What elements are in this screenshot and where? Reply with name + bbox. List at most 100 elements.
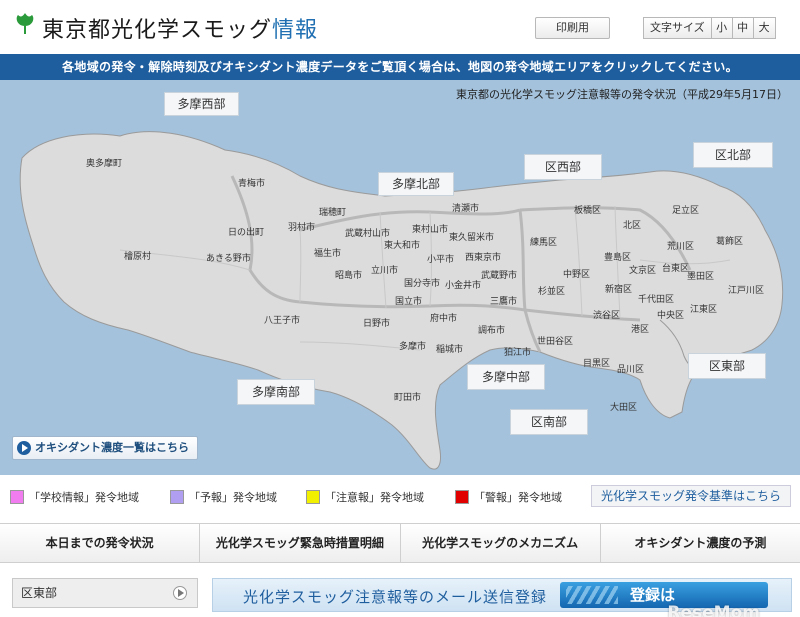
legend-swatch-forecast xyxy=(170,490,184,504)
muni-chuo[interactable]: 中央区 xyxy=(657,308,684,321)
muni-koto[interactable]: 江東区 xyxy=(690,302,717,315)
oxidant-list-link[interactable]: オキシダント濃度一覧はこちら xyxy=(12,436,198,460)
arrow-right-circle-icon xyxy=(173,586,187,600)
muni-kunitachi[interactable]: 国立市 xyxy=(395,294,422,307)
play-circle-icon xyxy=(17,441,31,455)
muni-hamura[interactable]: 羽村市 xyxy=(288,220,315,233)
map-shape xyxy=(19,131,784,470)
muni-musashino[interactable]: 武蔵野市 xyxy=(481,268,517,281)
muni-nakano[interactable]: 中野区 xyxy=(563,267,590,280)
muni-tama[interactable]: 多摩市 xyxy=(399,339,426,352)
legend-advisory: 「注意報」発令地域 xyxy=(306,489,424,505)
muni-bunkyo[interactable]: 文京区 xyxy=(629,263,656,276)
font-size-large-button[interactable]: 大 xyxy=(754,18,775,38)
region-ku-south[interactable]: 区南部 xyxy=(510,409,588,435)
muni-mitaka[interactable]: 三鷹市 xyxy=(490,294,517,307)
tab-oxidant-forecast[interactable]: オキシダント濃度の予測 xyxy=(601,524,800,562)
muni-fuchu[interactable]: 府中市 xyxy=(430,311,457,324)
muni-taito[interactable]: 台東区 xyxy=(662,261,689,274)
muni-kodaira[interactable]: 小平市 xyxy=(427,252,454,265)
muni-chiyoda[interactable]: 千代田区 xyxy=(638,292,674,305)
muni-inagi[interactable]: 稲城市 xyxy=(436,342,463,355)
legend-warning: 「警報」発令地域 xyxy=(455,489,562,505)
region-select-ku-east[interactable]: 区東部 xyxy=(12,578,198,608)
stripe-decoration-icon xyxy=(566,586,618,604)
muni-higashikurume[interactable]: 東久留米市 xyxy=(449,230,494,243)
muni-kiyose[interactable]: 清瀬市 xyxy=(452,201,479,214)
muni-setagaya[interactable]: 世田谷区 xyxy=(537,334,573,347)
region-tama-south[interactable]: 多摩南部 xyxy=(237,379,315,405)
resemom-watermark: ReseMom xyxy=(667,603,760,617)
page-title-accent: 情報 xyxy=(272,18,319,43)
muni-hachioji[interactable]: 八王子市 xyxy=(264,313,300,326)
muni-koganei[interactable]: 小金井市 xyxy=(445,278,481,291)
muni-toshima[interactable]: 豊島区 xyxy=(604,250,631,263)
legend-swatch-warning xyxy=(455,490,469,504)
page-header: 東京都光化学スモッグ情報 印刷用 文字サイズ 小 中 大 xyxy=(0,0,800,52)
muni-kokubunji[interactable]: 国分寺市 xyxy=(404,276,440,289)
muni-edogawa[interactable]: 江戸川区 xyxy=(728,283,764,296)
muni-fussa[interactable]: 福生市 xyxy=(314,246,341,259)
region-tama-north[interactable]: 多摩北部 xyxy=(378,172,454,196)
region-ku-east[interactable]: 区東部 xyxy=(688,353,766,379)
legend-label-school: 「学校情報」発令地域 xyxy=(29,491,139,504)
oxidant-list-label: オキシダント濃度一覧はこちら xyxy=(35,441,189,454)
legend-school-info: 「学校情報」発令地域 xyxy=(10,489,139,505)
legend: 「学校情報」発令地域 「予報」発令地域 「注意報」発令地域 「警報」発令地域 光… xyxy=(0,475,800,520)
muni-sumida[interactable]: 墨田区 xyxy=(687,269,714,282)
print-button[interactable]: 印刷用 xyxy=(535,17,610,39)
muni-adachi[interactable]: 足立区 xyxy=(672,203,699,216)
muni-katsushika[interactable]: 葛飾区 xyxy=(716,234,743,247)
mail-registration-banner[interactable]: 光化学スモッグ注意報等のメール送信登録 登録は ReseMom xyxy=(212,578,792,617)
legend-label-warning: 「警報」発令地域 xyxy=(474,491,562,504)
bottom-section: 区東部 光化学スモッグ注意報等のメール送信登録 登録は ReseMom xyxy=(0,565,800,617)
muni-komae[interactable]: 狛江市 xyxy=(504,345,531,358)
font-size-medium-button[interactable]: 中 xyxy=(733,18,754,38)
tab-mechanism[interactable]: 光化学スモッグのメカニズム xyxy=(401,524,601,562)
muni-kita[interactable]: 北区 xyxy=(623,218,641,231)
muni-shinjuku[interactable]: 新宿区 xyxy=(605,282,632,295)
region-ku-north[interactable]: 区北部 xyxy=(693,142,773,168)
muni-hinohara[interactable]: 檜原村 xyxy=(124,249,151,262)
legend-label-forecast: 「予報」発令地域 xyxy=(189,491,277,504)
muni-ota[interactable]: 大田区 xyxy=(610,400,637,413)
region-ku-west[interactable]: 区西部 xyxy=(524,154,602,180)
criteria-link[interactable]: 光化学スモッグ発令基準はこちら xyxy=(591,485,791,507)
tokyo-map: 東京都の光化学スモッグ注意報等の発令状況（平成29年5月17日） 多摩西部 多摩… xyxy=(0,80,800,475)
muni-itabashi[interactable]: 板橋区 xyxy=(574,203,601,216)
instruction-banner: 各地域の発令・解除時刻及びオキシダント濃度データをご覧頂く場合は、地図の発令地域… xyxy=(0,54,800,80)
page-title: 東京都光化学スモッグ情報 xyxy=(42,12,318,44)
muni-hino[interactable]: 日野市 xyxy=(363,316,390,329)
tab-issuance-history[interactable]: 本日までの発令状況 xyxy=(0,524,201,562)
muni-tachikawa[interactable]: 立川市 xyxy=(371,263,398,276)
font-size-switcher: 文字サイズ 小 中 大 xyxy=(643,17,776,39)
muni-akishima[interactable]: 昭島市 xyxy=(335,268,362,281)
muni-nerima[interactable]: 練馬区 xyxy=(530,235,557,248)
legend-forecast: 「予報」発令地域 xyxy=(170,489,277,505)
muni-suginami[interactable]: 杉並区 xyxy=(538,284,565,297)
muni-mizuho[interactable]: 瑞穂町 xyxy=(319,205,346,218)
main-nav: 本日までの発令状況 光化学スモッグ緊急時措置明細 光化学スモッグのメカニズム オ… xyxy=(0,523,800,563)
muni-nishitokyo[interactable]: 西東京市 xyxy=(465,250,501,263)
page-title-main: 東京都光化学スモッグ xyxy=(42,18,273,43)
muni-okutama[interactable]: 奥多摩町 xyxy=(86,156,122,169)
legend-label-advisory: 「注意報」発令地域 xyxy=(325,491,424,504)
muni-arakawa[interactable]: 荒川区 xyxy=(667,239,694,252)
legend-swatch-advisory xyxy=(306,490,320,504)
register-button[interactable]: 登録は ReseMom xyxy=(560,582,768,617)
muni-minato[interactable]: 港区 xyxy=(631,322,649,335)
muni-shinagawa[interactable]: 品川区 xyxy=(617,362,644,375)
muni-meguro[interactable]: 目黒区 xyxy=(583,356,610,369)
muni-shibuya[interactable]: 渋谷区 xyxy=(593,308,620,321)
tab-emergency-measures[interactable]: 光化学スモッグ緊急時措置明細 xyxy=(200,524,401,562)
muni-hinode[interactable]: 日の出町 xyxy=(228,225,264,238)
font-size-small-button[interactable]: 小 xyxy=(712,18,733,38)
region-tama-central[interactable]: 多摩中部 xyxy=(467,364,545,390)
muni-higashimurayama[interactable]: 東村山市 xyxy=(412,222,448,235)
region-tama-west[interactable]: 多摩西部 xyxy=(164,92,239,116)
muni-akiruno[interactable]: あきる野市 xyxy=(206,251,251,264)
muni-higashiyamato[interactable]: 東大和市 xyxy=(384,238,420,251)
muni-ome[interactable]: 青梅市 xyxy=(238,176,265,189)
muni-machida[interactable]: 町田市 xyxy=(394,390,421,403)
muni-chofu[interactable]: 調布市 xyxy=(478,323,505,336)
